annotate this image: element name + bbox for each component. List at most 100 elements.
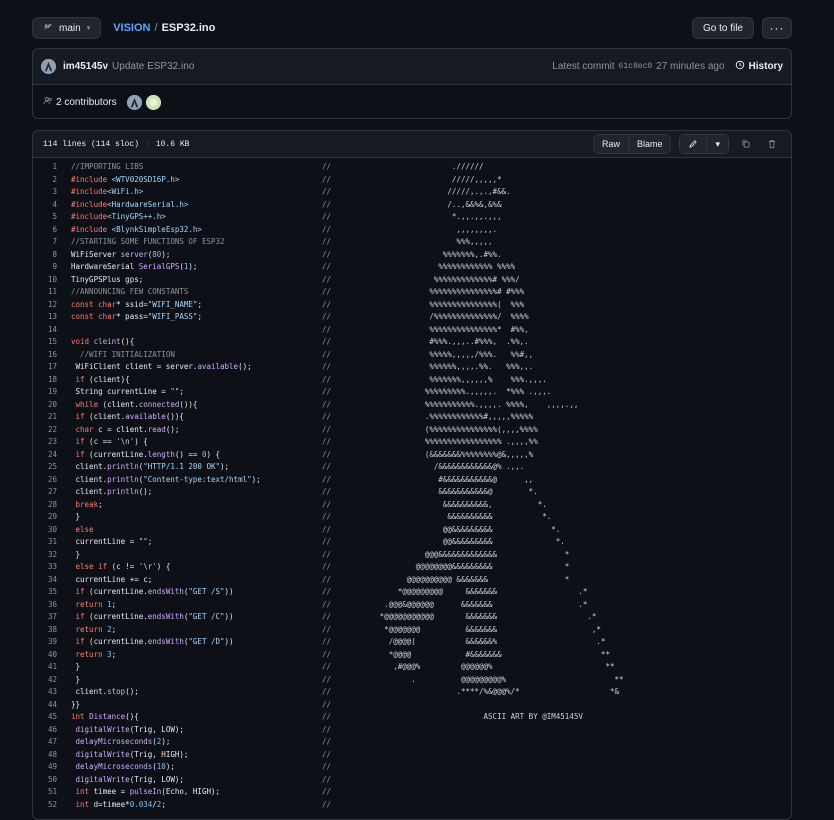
line-number[interactable]: 39 [33, 636, 57, 649]
code-line: 29 }// &&&&&&&&&& *. [33, 511, 791, 524]
line-number[interactable]: 17 [33, 361, 57, 374]
line-number[interactable]: 15 [33, 336, 57, 349]
avatar[interactable] [41, 59, 56, 74]
line-number[interactable]: 47 [33, 736, 57, 749]
contributors-count[interactable]: 2 contributors [56, 97, 117, 108]
line-number[interactable]: 10 [33, 274, 57, 287]
line-number[interactable]: 31 [33, 536, 57, 549]
line-number[interactable]: 42 [33, 674, 57, 687]
code-line: 8 WiFiServer server(80);// %%%%%%%,.#%%. [33, 249, 791, 262]
code-line: 3 #include<WiFi.h>// /////,.,.,#&&. [33, 186, 791, 199]
code-line: 36 return 1;// .@@@&@@@@@@ &&&&&&& .* [33, 599, 791, 612]
ascii-art-text: %%%%%%%%%%%%%# %%%/ [330, 274, 520, 284]
line-number[interactable]: 8 [33, 249, 57, 262]
line-number[interactable]: 5 [33, 211, 57, 224]
code-text: if (client){ [75, 374, 130, 384]
line-number[interactable]: 22 [33, 424, 57, 437]
comment-marker: // [322, 774, 332, 784]
history-button[interactable]: History [735, 60, 783, 73]
line-number[interactable]: 20 [33, 399, 57, 412]
comment-marker: // [322, 699, 332, 709]
line-number[interactable]: 49 [33, 761, 57, 774]
line-number[interactable]: 21 [33, 411, 57, 424]
line-number[interactable]: 25 [33, 461, 57, 474]
line-number[interactable]: 44 [33, 699, 57, 712]
code-text: digitalWrite(Trig, LOW); [75, 774, 184, 784]
line-number[interactable]: 29 [33, 511, 57, 524]
branch-selector-button[interactable]: main ▾ [32, 17, 102, 39]
line-number[interactable]: 19 [33, 386, 57, 399]
code-line: 22 char c = client.read();// (%%%%%%%%%%… [33, 424, 791, 437]
commit-author[interactable]: im45145v [63, 61, 108, 72]
more-options-button[interactable]: ··· [762, 17, 792, 39]
line-number[interactable]: 38 [33, 624, 57, 637]
pencil-icon[interactable] [680, 135, 707, 153]
line-number[interactable]: 23 [33, 436, 57, 449]
code-text: } [71, 549, 81, 559]
trash-icon[interactable] [763, 135, 781, 153]
code-line: 25 client.println("HTTP/1.1 200 OK");// … [33, 461, 791, 474]
line-number[interactable]: 16 [33, 349, 57, 362]
ascii-art-text: *@@@@@@@@@ &&&&&&& .* [330, 587, 588, 596]
line-number[interactable]: 46 [33, 724, 57, 737]
line-number[interactable]: 32 [33, 549, 57, 562]
branch-name: main [59, 22, 81, 34]
line-number[interactable]: 40 [33, 649, 57, 662]
line-number[interactable]: 30 [33, 524, 57, 537]
file-header: 114 lines (114 sloc) | 10.6 KB Raw Blame… [33, 131, 791, 158]
line-number[interactable]: 37 [33, 611, 57, 624]
commit-hash[interactable]: 61c8ec0 [619, 62, 653, 71]
line-number[interactable]: 34 [33, 574, 57, 587]
line-number[interactable]: 14 [33, 324, 57, 337]
code-text: else [75, 524, 94, 534]
ascii-art-text: /////,.,.,#&&. [330, 187, 511, 196]
file-navigation-bar: main ▾ VISION / ESP32.ino Go to file ··· [32, 16, 792, 40]
commit-message[interactable]: Update ESP32.ino [112, 61, 194, 72]
line-number[interactable]: 9 [33, 261, 57, 274]
copy-icon[interactable] [737, 135, 755, 153]
line-number[interactable]: 48 [33, 749, 57, 762]
raw-button[interactable]: Raw [593, 135, 628, 153]
line-number[interactable]: 6 [33, 224, 57, 237]
line-number[interactable]: 45 [33, 711, 57, 724]
chevron-down-icon[interactable]: ▾ [706, 135, 728, 153]
latest-commit-label: Latest commit [552, 61, 615, 72]
line-number[interactable]: 18 [33, 374, 57, 387]
line-number[interactable]: 26 [33, 474, 57, 487]
line-number[interactable]: 28 [33, 499, 57, 512]
line-number[interactable]: 41 [33, 661, 57, 674]
line-number[interactable]: 2 [33, 174, 57, 187]
line-number[interactable]: 51 [33, 786, 57, 799]
code-line: 50 digitalWrite(Trig, LOW); // [33, 774, 791, 787]
code-area[interactable]: 1 //IMPORTING LIBS // .////// 2 #include <WT… [33, 158, 791, 811]
blame-button[interactable]: Blame [627, 135, 671, 153]
comment-marker: // [322, 799, 332, 809]
line-number[interactable]: 33 [33, 561, 57, 574]
line-number[interactable]: 52 [33, 799, 57, 812]
line-number[interactable]: 13 [33, 311, 57, 324]
line-number[interactable]: 4 [33, 199, 57, 212]
line-number[interactable]: 35 [33, 586, 57, 599]
code-text: if (currentLine.length() == 0) { [75, 449, 221, 459]
line-number[interactable]: 36 [33, 599, 57, 612]
line-number[interactable]: 3 [33, 186, 57, 199]
line-number[interactable]: 7 [33, 236, 57, 249]
ascii-art-text: %%%%%%%%%%%%%%%%% .,,,,%% [330, 437, 538, 446]
ascii-art-text: . @@@@@@@@@% ** [330, 674, 624, 684]
breadcrumb-repo-link[interactable]: VISION [113, 22, 150, 34]
line-number[interactable]: 1 [33, 161, 57, 174]
line-number[interactable]: 50 [33, 774, 57, 787]
avatar[interactable] [126, 94, 142, 110]
code-line: 46 digitalWrite(Trig, LOW); // [33, 724, 791, 737]
line-number[interactable]: 12 [33, 299, 57, 312]
avatar[interactable] [145, 94, 161, 110]
go-to-file-button[interactable]: Go to file [691, 17, 754, 39]
ascii-art-text: @@@@@@@@@@ &&&&&&& * [330, 574, 570, 584]
line-number[interactable]: 27 [33, 486, 57, 499]
code-line: 2 #include <WTV020SD16P.h>// /////,,,,,* [33, 174, 791, 187]
code-line: 32 }// @@@&&&&&&&&&&&&& * [33, 549, 791, 562]
ascii-art-text: .****/%&@@@%/* *& [330, 687, 619, 696]
line-number[interactable]: 11 [33, 286, 57, 299]
line-number[interactable]: 43 [33, 686, 57, 699]
line-number[interactable]: 24 [33, 449, 57, 462]
